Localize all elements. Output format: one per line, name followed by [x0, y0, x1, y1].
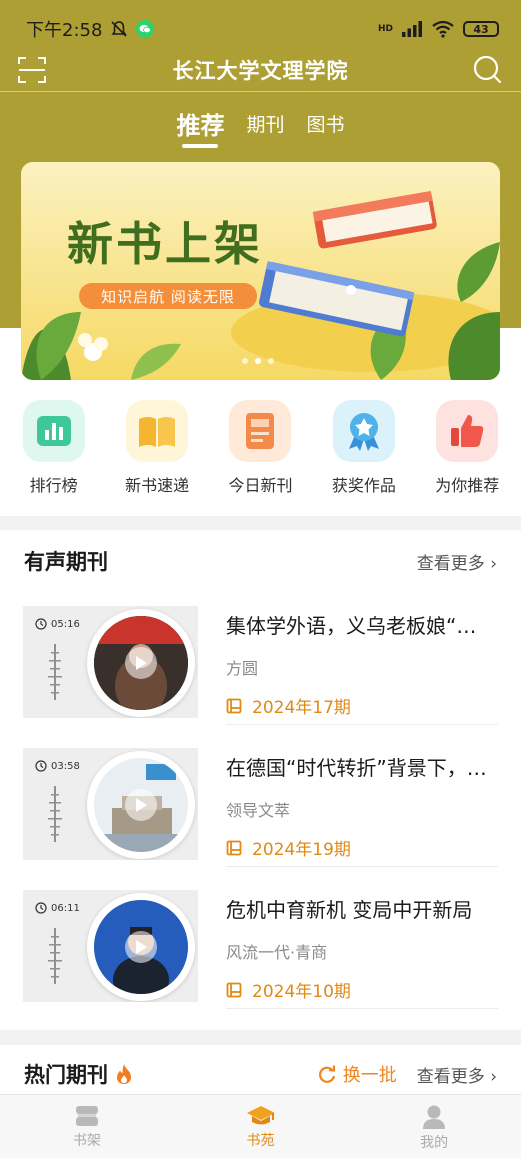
- entry-recommend-for-you[interactable]: 为你推荐: [422, 400, 512, 500]
- entry-ranking[interactable]: 排行榜: [9, 400, 99, 500]
- banner-subtitle: 知识启航 阅读无限: [79, 283, 257, 309]
- audio-thumbnail: 05:16: [23, 606, 198, 718]
- audio-item[interactable]: 05:16 集体学外语，义乌老板娘“… 方圆 2024年17期: [23, 606, 498, 725]
- new-book-icon: [126, 400, 189, 462]
- ranking-icon: [22, 400, 85, 462]
- signal-icon: [402, 21, 422, 37]
- audio-duration: 03:58: [51, 760, 80, 772]
- bottom-navigation: 书架 书苑 我的: [0, 1094, 521, 1158]
- tab-journals[interactable]: 期刊: [246, 104, 284, 154]
- carousel-dot-active: [255, 358, 261, 364]
- search-icon[interactable]: [471, 53, 503, 85]
- journal-icon: [226, 698, 242, 713]
- carousel-dots: [242, 358, 274, 364]
- bookshelf-icon: [75, 1106, 98, 1126]
- play-icon[interactable]: [125, 647, 157, 679]
- audio-thumbnail: 03:58: [23, 748, 198, 860]
- waveform-icon: [48, 786, 62, 842]
- nav-me[interactable]: 我的: [347, 1095, 521, 1158]
- audio-source: 领导文萃: [226, 801, 291, 820]
- play-icon[interactable]: [125, 789, 157, 821]
- audio-journals-section: 有声期刊 查看更多 › 05:16 集体学外语，义乌老板娘“… 方圆 2024年…: [0, 530, 521, 1030]
- audio-title: 集体学外语，义乌老板娘“…: [226, 614, 477, 638]
- carousel-dot: [268, 358, 274, 364]
- section-title: 热门期刊: [24, 1063, 108, 1087]
- divider: [226, 866, 498, 867]
- refresh-button[interactable]: 换一批: [317, 1061, 397, 1087]
- audio-source: 风流一代·青商: [226, 943, 328, 962]
- section-title: 有声期刊: [24, 550, 108, 574]
- entry-ranking-label: 排行榜: [29, 476, 78, 495]
- scan-icon[interactable]: [16, 54, 48, 86]
- entry-new-journals-label: 今日新刊: [228, 476, 293, 495]
- graduation-cap-icon: [246, 1106, 275, 1125]
- clock-icon: [35, 902, 47, 914]
- banner-title: 新书上架: [67, 217, 263, 271]
- page-title: 长江大学文理学院: [172, 59, 349, 83]
- journal-icon: [226, 982, 242, 997]
- audio-issue: 2024年10期: [252, 982, 351, 1002]
- refresh-icon: [318, 1065, 335, 1083]
- mute-bell-icon: [111, 21, 128, 37]
- journal-icon: [226, 840, 242, 855]
- audio-item[interactable]: 03:58 在德国“时代转折”背景下，… 领导文萃 2024年19期: [23, 748, 498, 867]
- divider: [226, 1008, 498, 1009]
- nav-library-label: 书苑: [246, 1133, 275, 1149]
- audio-title: 危机中育新机 变局中开新局: [226, 898, 473, 922]
- view-more-link[interactable]: 查看更多 ›: [417, 549, 497, 574]
- new-journal-icon: [229, 400, 292, 462]
- clock-icon: [35, 760, 47, 772]
- audio-thumbnail: 06:11: [23, 890, 198, 1002]
- view-more-link[interactable]: 查看更多 ›: [417, 1062, 497, 1087]
- nav-bookshelf-label: 书架: [72, 1133, 101, 1149]
- play-icon[interactable]: [125, 931, 157, 963]
- quick-entry-row: 排行榜 新书速递 今日新刊 获奖作品 为你推荐: [0, 400, 521, 500]
- audio-duration: 05:16: [51, 618, 80, 630]
- entry-recommend-label: 为你推荐: [435, 476, 500, 495]
- entry-new-journals[interactable]: 今日新刊: [215, 400, 305, 500]
- entry-award-works[interactable]: 获奖作品: [319, 400, 409, 500]
- status-time: 下午2:58: [26, 20, 103, 41]
- wechat-icon: [136, 20, 155, 38]
- audio-duration: 06:11: [51, 902, 80, 914]
- waveform-icon: [48, 928, 62, 984]
- tab-books[interactable]: 图书: [307, 104, 345, 154]
- thumbs-up-icon: [436, 400, 499, 462]
- nav-library[interactable]: 书苑: [174, 1095, 348, 1158]
- nav-me-label: 我的: [420, 1135, 449, 1151]
- audio-title: 在德国“时代转折”背景下，…: [226, 756, 487, 780]
- user-icon: [423, 1105, 446, 1129]
- audio-disc: [87, 609, 195, 717]
- refresh-label: 换一批: [342, 1065, 397, 1086]
- banner-carousel[interactable]: 新书上架 知识启航 阅读无限: [21, 162, 500, 380]
- tab-recommend[interactable]: 推荐: [176, 104, 224, 154]
- audio-disc: [87, 751, 195, 859]
- divider: [226, 724, 498, 725]
- title-bar: 长江大学文理学院: [0, 48, 521, 92]
- carousel-dot: [242, 358, 248, 364]
- waveform-icon: [48, 644, 62, 700]
- entry-new-books[interactable]: 新书速递: [112, 400, 202, 500]
- audio-issue: 2024年19期: [252, 840, 351, 860]
- nav-bookshelf[interactable]: 书架: [0, 1095, 174, 1158]
- top-tabs: 推荐 期刊 图书: [0, 104, 521, 154]
- clock-icon: [35, 618, 47, 630]
- fire-icon: [117, 1064, 131, 1084]
- audio-disc: [87, 893, 195, 1001]
- battery-indicator: 43: [463, 21, 499, 37]
- award-icon: [332, 400, 395, 462]
- title-divider: [0, 91, 521, 92]
- entry-award-works-label: 获奖作品: [331, 476, 396, 495]
- audio-issue: 2024年17期: [252, 698, 351, 718]
- network-type: HD: [377, 24, 393, 34]
- entry-new-books-label: 新书速递: [125, 476, 190, 495]
- audio-item[interactable]: 06:11 危机中育新机 变局中开新局 风流一代·青商 2024年10期: [23, 890, 498, 1009]
- audio-source: 方圆: [226, 659, 259, 678]
- wifi-icon: [432, 20, 454, 38]
